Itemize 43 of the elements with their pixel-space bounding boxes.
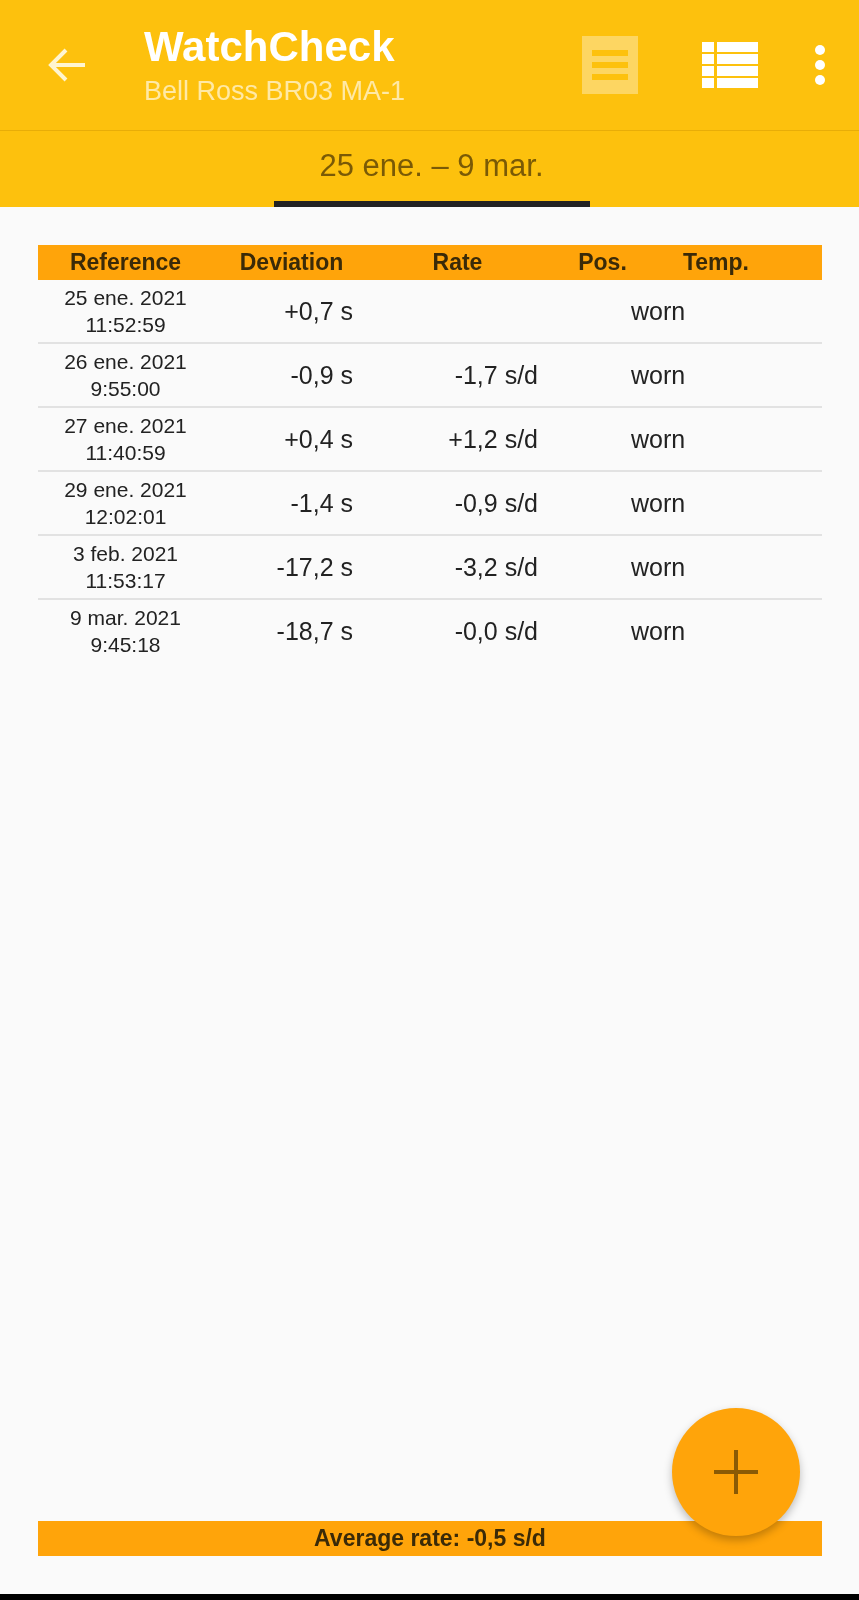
reference-time: 12:02:01 xyxy=(84,504,167,530)
add-button[interactable] xyxy=(672,1408,800,1536)
reference-date: 3 feb. 2021 xyxy=(72,541,179,567)
receipt-icon xyxy=(582,36,638,94)
wear-cell-text: worn xyxy=(630,424,687,454)
deviation-cell-text: -1,4 s xyxy=(289,488,354,518)
average-rate: Average rate: -0,5 s/d xyxy=(314,1525,546,1552)
app-title: WatchCheck xyxy=(144,22,396,72)
deviation-cell-text: +0,7 s xyxy=(283,296,354,326)
deviation-cell-text: -0,9 s xyxy=(289,360,354,390)
rate-cell-text: -0,0 s/d xyxy=(453,616,539,646)
reference-time: 11:53:17 xyxy=(85,568,166,594)
column-header: Temp. xyxy=(682,249,750,276)
back-arrow-icon xyxy=(47,47,87,83)
plus-icon xyxy=(714,1450,758,1494)
reference-date: 25 ene. 2021 xyxy=(64,285,187,311)
reference-date: 26 ene. 2021 xyxy=(64,349,187,375)
reference-time: 9:55:00 xyxy=(90,376,161,402)
deviation-cell-text: +0,4 s xyxy=(283,424,354,454)
reference-date: 9 mar. 2021 xyxy=(70,605,181,631)
more-icon xyxy=(814,45,826,85)
reference-time: 9:45:18 xyxy=(90,632,161,658)
wear-cell-text: worn xyxy=(630,360,687,390)
wear-cell-text: worn xyxy=(630,616,687,646)
list-icon xyxy=(702,42,758,88)
column-header: Reference xyxy=(68,249,183,276)
wear-cell-text: worn xyxy=(630,296,687,326)
rate-cell-text: +1,2 s/d xyxy=(447,424,539,454)
reference-time: 11:52:59 xyxy=(85,312,166,338)
column-header: Deviation xyxy=(238,249,345,276)
rate-cell-text: -1,7 s/d xyxy=(453,360,539,390)
wear-cell-text: worn xyxy=(630,552,687,582)
watch-name: Bell Ross BR03 MA-1 xyxy=(144,75,407,108)
column-header: Pos. xyxy=(577,249,628,276)
rate-cell-text: -0,9 s/d xyxy=(453,488,539,518)
deviation-cell-text: -18,7 s xyxy=(275,616,354,646)
wear-cell-text: worn xyxy=(630,488,687,518)
reference-date: 27 ene. 2021 xyxy=(64,413,187,439)
rate-cell-text: -3,2 s/d xyxy=(453,552,539,582)
column-header: Rate xyxy=(431,249,484,276)
reference-time: 11:40:59 xyxy=(85,440,166,466)
deviation-cell-text: -17,2 s xyxy=(275,552,354,582)
reference-date: 29 ene. 2021 xyxy=(64,477,187,503)
